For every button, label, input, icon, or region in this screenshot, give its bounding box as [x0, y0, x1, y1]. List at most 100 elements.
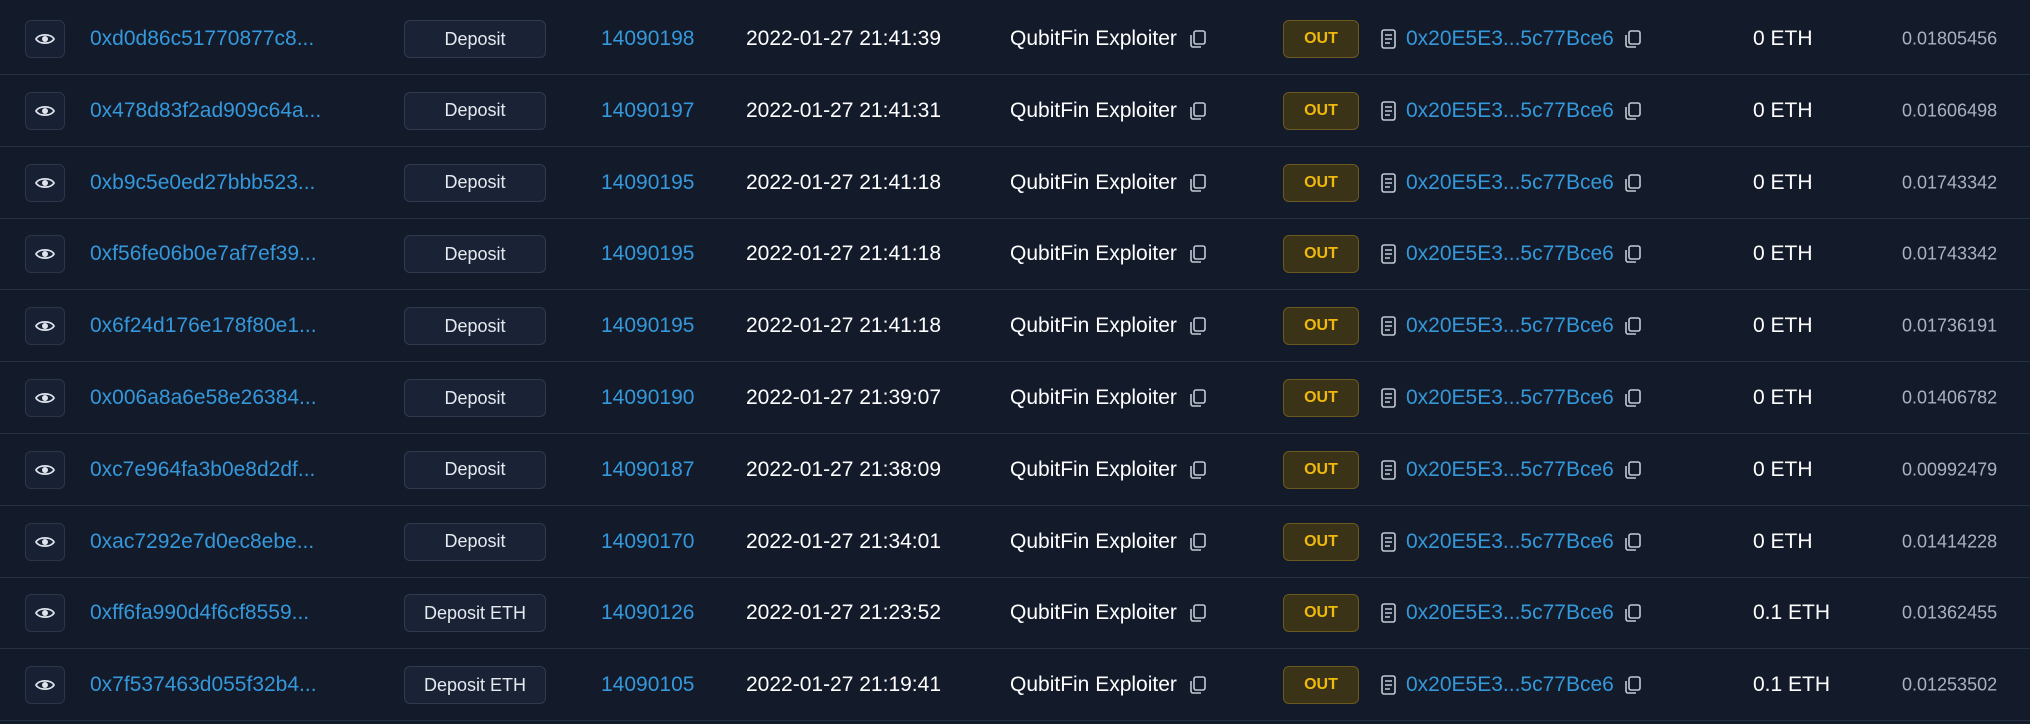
copy-icon[interactable]: [1187, 172, 1209, 194]
copy-icon[interactable]: [1622, 459, 1644, 481]
block-number-link[interactable]: 14090195: [601, 314, 694, 338]
to-cell: 0x20E5E3...5c77Bce6: [1380, 242, 1644, 266]
view-details-button[interactable]: [25, 379, 65, 417]
view-details-button[interactable]: [25, 522, 65, 561]
transaction-age: 2022-01-27 21:41:18: [746, 170, 941, 194]
from-address-label[interactable]: QubitFin Exploiter: [1010, 386, 1177, 410]
view-details-button[interactable]: [25, 235, 65, 274]
table-row: 0xc7e964fa3b0e8d2df... Deposit 14090187 …: [0, 435, 2030, 506]
to-address-link[interactable]: 0x20E5E3...5c77Bce6: [1406, 458, 1614, 482]
block-number-link[interactable]: 14090126: [601, 601, 694, 625]
transaction-hash-link[interactable]: 0x478d83f2ad909c64a...: [90, 99, 321, 123]
copy-icon[interactable]: [1622, 674, 1644, 696]
block-number-link[interactable]: 14090105: [601, 673, 694, 697]
from-cell: QubitFin Exploiter: [1010, 386, 1209, 410]
block-number-link[interactable]: 14090187: [601, 458, 694, 482]
method-badge: Deposit: [404, 450, 546, 489]
from-address-label[interactable]: QubitFin Exploiter: [1010, 242, 1177, 266]
transaction-hash-link[interactable]: 0x006a8a6e58e26384...: [90, 386, 317, 410]
from-address-label[interactable]: QubitFin Exploiter: [1010, 673, 1177, 697]
transaction-value: 0.1 ETH: [1753, 673, 1831, 697]
method-badge: Deposit: [404, 379, 546, 417]
copy-icon[interactable]: [1187, 531, 1209, 553]
view-details-button[interactable]: [25, 307, 65, 346]
copy-icon[interactable]: [1187, 243, 1209, 265]
to-address-link[interactable]: 0x20E5E3...5c77Bce6: [1406, 386, 1614, 410]
transaction-hash-link[interactable]: 0xac7292e7d0ec8ebe...: [90, 530, 314, 554]
method-badge: Deposit: [404, 163, 546, 202]
transaction-value: 0.1 ETH: [1753, 601, 1831, 625]
transaction-fee: 0.01743342: [1902, 243, 1998, 264]
transaction-fee: 0.01253502: [1902, 674, 1998, 695]
eye-icon: [35, 177, 55, 188]
transaction-hash-link[interactable]: 0xff6fa990d4f6cf8559...: [90, 601, 309, 625]
block-number-link[interactable]: 14090190: [601, 386, 694, 410]
copy-icon[interactable]: [1187, 100, 1209, 122]
to-address-link[interactable]: 0x20E5E3...5c77Bce6: [1406, 314, 1614, 338]
transaction-fee: 0.01414228: [1902, 531, 1998, 552]
from-address-label[interactable]: QubitFin Exploiter: [1010, 458, 1177, 482]
transaction-fee: 0.01743342: [1902, 172, 1998, 193]
copy-icon[interactable]: [1622, 172, 1644, 194]
copy-icon[interactable]: [1622, 387, 1644, 409]
from-address-label[interactable]: QubitFin Exploiter: [1010, 314, 1177, 338]
view-details-button[interactable]: [25, 20, 65, 58]
document-icon: [1380, 459, 1398, 481]
copy-icon[interactable]: [1187, 387, 1209, 409]
copy-icon[interactable]: [1622, 28, 1644, 50]
to-address-link[interactable]: 0x20E5E3...5c77Bce6: [1406, 27, 1614, 51]
eye-icon: [35, 105, 55, 116]
block-number-link[interactable]: 14090170: [601, 530, 694, 554]
to-address-link[interactable]: 0x20E5E3...5c77Bce6: [1406, 601, 1614, 625]
to-address-link[interactable]: 0x20E5E3...5c77Bce6: [1406, 530, 1614, 554]
transaction-hash-link[interactable]: 0x7f537463d055f32b4...: [90, 673, 317, 697]
from-address-label[interactable]: QubitFin Exploiter: [1010, 601, 1177, 625]
table-row: 0x478d83f2ad909c64a... Deposit 14090197 …: [0, 76, 2030, 147]
copy-icon[interactable]: [1622, 315, 1644, 337]
copy-icon[interactable]: [1622, 602, 1644, 624]
block-number-link[interactable]: 14090198: [601, 27, 694, 51]
from-address-label[interactable]: QubitFin Exploiter: [1010, 99, 1177, 123]
from-cell: QubitFin Exploiter: [1010, 171, 1209, 195]
eye-icon: [35, 392, 55, 404]
to-address-link[interactable]: 0x20E5E3...5c77Bce6: [1406, 171, 1614, 195]
copy-icon[interactable]: [1622, 531, 1644, 553]
eye-icon: [35, 680, 55, 691]
to-address-link[interactable]: 0x20E5E3...5c77Bce6: [1406, 673, 1614, 697]
view-details-button[interactable]: [25, 594, 65, 633]
transaction-hash-link[interactable]: 0x6f24d176e178f80e1...: [90, 314, 317, 338]
copy-icon[interactable]: [1187, 674, 1209, 696]
view-details-button[interactable]: [25, 450, 65, 489]
transaction-hash-link[interactable]: 0xd0d86c51770877c8...: [90, 27, 314, 51]
from-address-label[interactable]: QubitFin Exploiter: [1010, 171, 1177, 195]
document-icon: [1380, 100, 1398, 122]
copy-icon[interactable]: [1187, 459, 1209, 481]
view-details-button[interactable]: [25, 163, 65, 202]
eye-icon: [35, 536, 55, 547]
block-number-link[interactable]: 14090195: [601, 242, 694, 266]
to-address-link[interactable]: 0x20E5E3...5c77Bce6: [1406, 242, 1614, 266]
view-details-button[interactable]: [25, 666, 65, 705]
transaction-hash-link[interactable]: 0xb9c5e0ed27bbb523...: [90, 171, 315, 195]
copy-icon[interactable]: [1187, 315, 1209, 337]
transaction-fee: 0.01805456: [1902, 28, 1998, 49]
from-address-label[interactable]: QubitFin Exploiter: [1010, 530, 1177, 554]
transaction-value: 0 ETH: [1753, 27, 1813, 50]
direction-badge: OUT: [1283, 450, 1359, 489]
copy-icon[interactable]: [1187, 28, 1209, 50]
copy-icon[interactable]: [1622, 100, 1644, 122]
to-address-link[interactable]: 0x20E5E3...5c77Bce6: [1406, 99, 1614, 123]
from-address-label[interactable]: QubitFin Exploiter: [1010, 27, 1177, 51]
copy-icon[interactable]: [1622, 243, 1644, 265]
block-number-link[interactable]: 14090195: [601, 171, 694, 195]
transaction-hash-link[interactable]: 0xc7e964fa3b0e8d2df...: [90, 458, 315, 482]
to-cell: 0x20E5E3...5c77Bce6: [1380, 601, 1644, 625]
view-details-button[interactable]: [25, 91, 65, 130]
transaction-hash-link[interactable]: 0xf56fe06b0e7af7ef39...: [90, 242, 317, 266]
block-number-link[interactable]: 14090197: [601, 99, 694, 123]
copy-icon[interactable]: [1187, 602, 1209, 624]
from-cell: QubitFin Exploiter: [1010, 314, 1209, 338]
transaction-age: 2022-01-27 21:41:18: [746, 242, 941, 266]
from-cell: QubitFin Exploiter: [1010, 99, 1209, 123]
direction-badge: OUT: [1283, 307, 1359, 346]
